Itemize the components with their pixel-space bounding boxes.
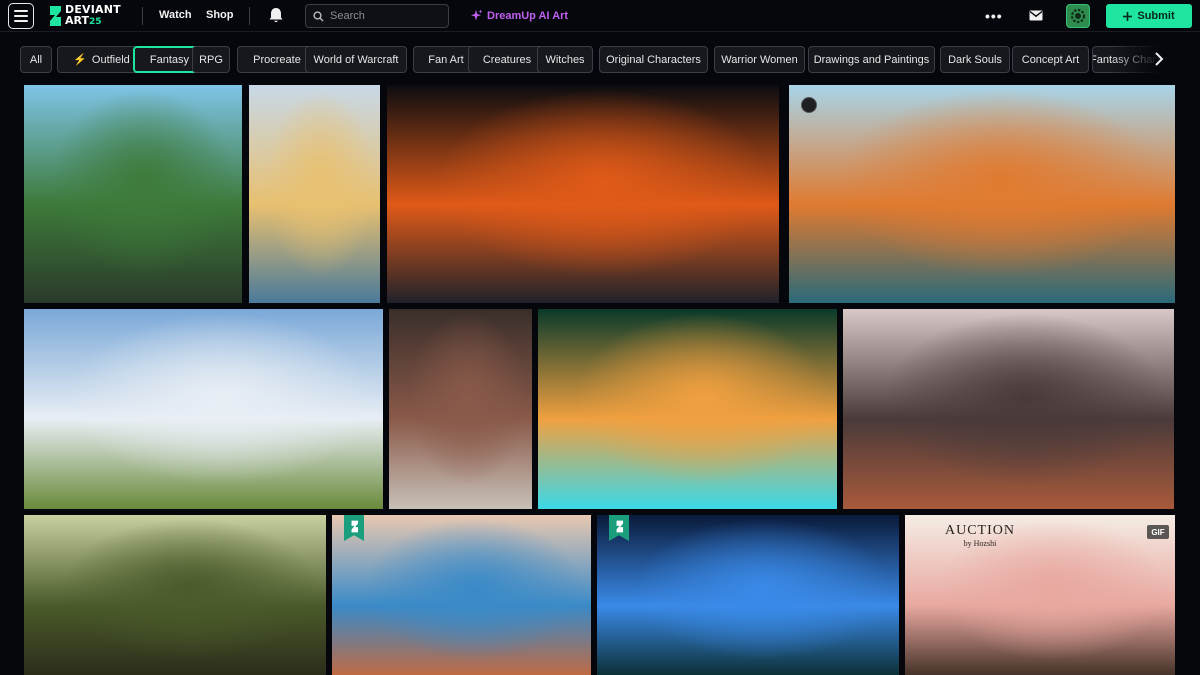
submit-label: Submit	[1137, 10, 1175, 22]
deviation-thumbnail[interactable]	[332, 515, 591, 675]
tag-creatures[interactable]: Creatures	[468, 46, 546, 73]
tag-label: Fantasy	[149, 53, 190, 66]
nav-watch-link[interactable]: Watch	[159, 9, 192, 21]
menu-icon-line	[14, 10, 28, 12]
plus-icon	[1123, 11, 1133, 21]
tag-label: Warrior Women	[721, 53, 798, 66]
deviation-thumbnail[interactable]	[597, 515, 899, 675]
search-input[interactable]	[330, 10, 440, 22]
deviation-thumbnail[interactable]	[538, 309, 837, 509]
menu-button[interactable]	[8, 3, 34, 29]
deviation-thumbnail[interactable]	[389, 309, 532, 509]
deviation-thumbnail[interactable]	[387, 85, 779, 303]
top-nav-bar: DEVIANT ART25 Watch Shop DreamUp AI Art …	[0, 0, 1200, 32]
tag-label: All	[29, 53, 43, 66]
menu-icon-line	[14, 15, 28, 17]
mail-icon[interactable]	[1029, 10, 1043, 21]
deviation-thumbnail[interactable]	[249, 85, 380, 303]
user-avatar[interactable]	[1066, 4, 1090, 28]
tag-label: Dark Souls	[948, 53, 1002, 66]
deviation-thumbnail[interactable]	[24, 515, 326, 675]
more-options-icon[interactable]: •••	[985, 8, 1003, 24]
tag-label: Creatures	[482, 53, 532, 66]
nav-shop-link[interactable]: Shop	[206, 9, 234, 21]
submit-button[interactable]: Submit	[1106, 4, 1192, 28]
bell-icon[interactable]	[268, 7, 284, 24]
deviantart-badge-icon	[344, 515, 364, 541]
nav-divider	[249, 7, 250, 25]
tag-world-of-warcraft[interactable]: World of Warcraft	[305, 46, 407, 73]
dreamup-ai-link[interactable]: DreamUp AI Art	[470, 9, 568, 22]
sparkle-icon	[471, 9, 483, 21]
deviantart-logo-icon	[50, 6, 61, 26]
deviation-thumbnail[interactable]	[24, 85, 242, 303]
tag-all[interactable]: All	[20, 46, 52, 73]
tag-label: Outfield	[91, 53, 130, 66]
deviation-thumbnail[interactable]	[24, 309, 383, 509]
artwork-title-text: AUCTION	[945, 523, 1015, 538]
nav-divider	[142, 7, 143, 25]
tag-original-characters[interactable]: Original Characters	[599, 46, 708, 73]
logo-badge: 25	[89, 17, 102, 27]
tag-label: World of Warcraft	[313, 53, 399, 66]
search-bar[interactable]	[305, 4, 449, 28]
logo-line-2: ART25	[65, 14, 102, 27]
gif-badge: GIF	[1147, 525, 1169, 539]
chevron-right-icon[interactable]	[1153, 52, 1165, 66]
core-membership-icon	[801, 97, 817, 113]
tag-label: Original Characters	[606, 53, 701, 66]
tag-label: Fan Art	[428, 53, 464, 66]
avatar-gear-icon	[1070, 8, 1086, 24]
tag-label: Drawings and Paintings	[813, 53, 930, 66]
tag-drawings-and-paintings[interactable]: Drawings and Paintings	[808, 46, 935, 73]
tag-rpg[interactable]: RPG	[192, 46, 230, 73]
tag-label: Concept Art	[1021, 53, 1080, 66]
menu-icon-line	[14, 20, 28, 22]
tag-label: Procreate	[253, 53, 301, 66]
dreamup-label: DreamUp AI Art	[487, 9, 569, 22]
deviation-thumbnail[interactable]	[789, 85, 1175, 303]
search-icon	[313, 10, 324, 21]
tag-label: Witches	[545, 53, 585, 66]
logo-wordmark: DEVIANT ART25	[65, 4, 121, 28]
lightning-icon: ⚡	[73, 54, 87, 66]
deviation-thumbnail[interactable]	[843, 309, 1174, 509]
deviantart-badge-icon	[609, 515, 629, 541]
artwork-credit-text: by Hozshi	[963, 539, 997, 548]
tag-label: RPG	[199, 53, 223, 66]
tag-witches[interactable]: Witches	[537, 46, 593, 73]
deviantart-logo[interactable]: DEVIANT ART25	[48, 4, 121, 28]
tag-concept-art[interactable]: Concept Art	[1012, 46, 1089, 73]
deviation-thumbnail[interactable]: GIF AUCTION by Hozshi	[905, 515, 1175, 675]
tag-bar-fade	[1110, 46, 1180, 74]
tag-dark-souls[interactable]: Dark Souls	[940, 46, 1010, 73]
tag-warrior-women[interactable]: Warrior Women	[714, 46, 805, 73]
topic-tag-bar: All ⚡ Outfield Fantasy RPG Procreate World of …	[20, 46, 1180, 74]
